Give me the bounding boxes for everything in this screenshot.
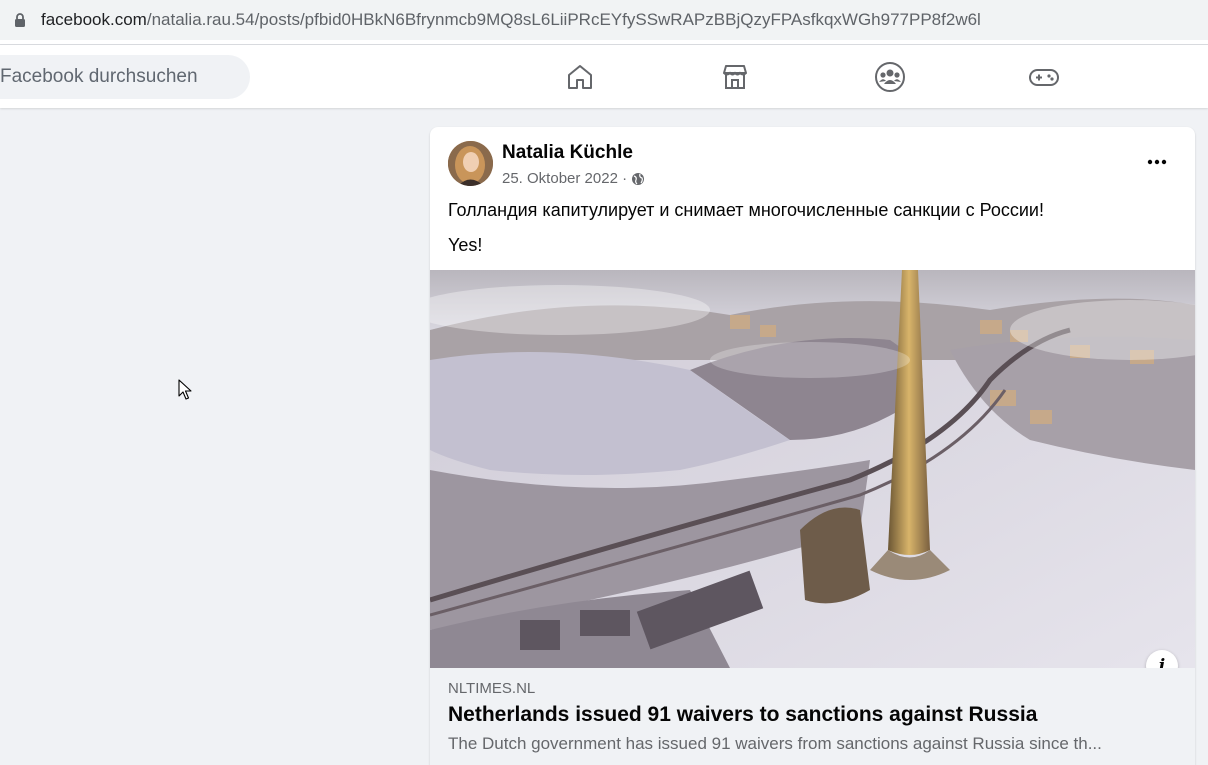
search-box[interactable] [0,55,250,99]
post-text: Голландия капитулирует и снимает многочи… [448,200,1044,220]
link-preview[interactable]: NLTIMES.NL Netherlands issued 91 waivers… [430,668,1195,765]
post-link-image[interactable] [430,270,1195,668]
post-author[interactable]: Natalia Küchle [502,142,633,164]
facebook-top-nav [0,45,1208,108]
search-input[interactable] [0,55,250,99]
post-meta: 25. Oktober 2022 · [502,170,645,187]
post-card: Natalia Küchle 25. Oktober 2022 · Голлан… [430,127,1195,765]
link-title[interactable]: Netherlands issued 91 waivers to sanctio… [448,703,1037,727]
avatar[interactable] [448,141,493,186]
browser-address-bar: facebook.com/natalia.rau.54/posts/pfbid0… [0,0,1208,44]
mouse-cursor-icon [178,379,192,400]
url-field[interactable]: facebook.com/natalia.rau.54/posts/pfbid0… [0,0,1208,40]
url-text[interactable]: facebook.com/natalia.rau.54/posts/pfbid0… [41,10,981,30]
globe-icon [632,172,645,185]
gaming-icon[interactable] [1028,61,1060,93]
marketplace-icon[interactable] [719,61,751,93]
more-options-icon[interactable] [1142,147,1172,177]
groups-icon[interactable] [874,61,906,93]
post-text-2: Yes! [448,235,483,255]
url-host: facebook.com [41,10,147,29]
home-icon[interactable] [564,61,596,93]
url-path: /natalia.rau.54/posts/pfbid0HBkN6Bfrynmc… [146,10,981,29]
post-date[interactable]: 25. Oktober 2022 · [502,170,627,187]
link-domain: NLTIMES.NL [448,680,536,697]
link-description: The Dutch government has issued 91 waive… [448,734,1102,753]
lock-icon[interactable] [14,12,26,28]
